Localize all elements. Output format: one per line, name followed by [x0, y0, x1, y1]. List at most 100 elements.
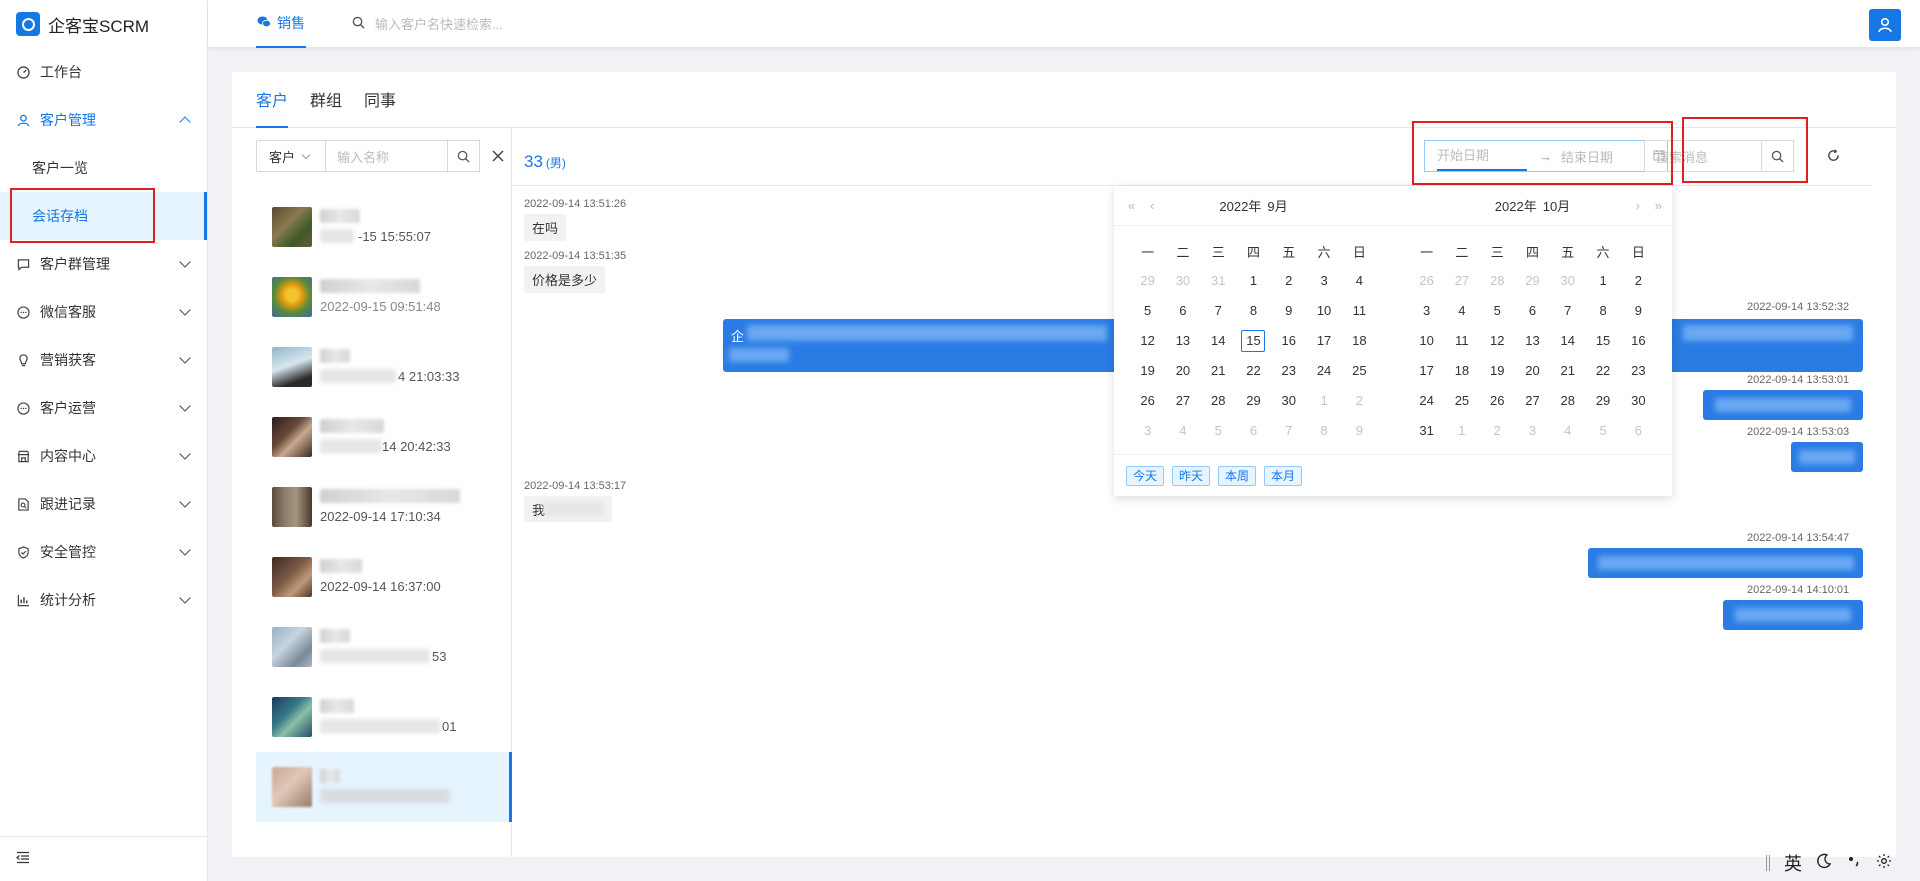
- calendar-day[interactable]: 21: [1556, 360, 1580, 382]
- calendar-day[interactable]: 30: [1277, 390, 1301, 412]
- calendar-day[interactable]: 11: [1347, 300, 1371, 322]
- app-logo[interactable]: 企客宝SCRM: [0, 0, 207, 48]
- message-bubble-right[interactable]: [1588, 548, 1863, 578]
- calendar-day[interactable]: 14: [1206, 330, 1230, 352]
- calendar-day[interactable]: 2: [1626, 270, 1650, 292]
- calendar-day[interactable]: 31: [1206, 270, 1230, 292]
- calendar-day[interactable]: 18: [1347, 330, 1371, 352]
- sidebar-item-dashboard[interactable]: 工作台: [0, 48, 207, 96]
- calendar-day[interactable]: 29: [1520, 270, 1544, 292]
- calendar-day[interactable]: 8: [1312, 420, 1336, 442]
- calendar-day[interactable]: 17: [1415, 360, 1439, 382]
- calendar-day[interactable]: 6: [1241, 420, 1265, 442]
- calendar-day[interactable]: 18: [1450, 360, 1474, 382]
- calendar-day[interactable]: 27: [1450, 270, 1474, 292]
- contact-item[interactable]: 53: [256, 612, 512, 682]
- calendar-day[interactable]: 1: [1241, 270, 1265, 292]
- sidebar-item-customer-operation[interactable]: 客户运营: [0, 384, 207, 432]
- calendar-day[interactable]: 30: [1556, 270, 1580, 292]
- calendar-day[interactable]: 10: [1312, 300, 1336, 322]
- calendar-day[interactable]: 28: [1206, 390, 1230, 412]
- calendar-day[interactable]: 13: [1520, 330, 1544, 352]
- sidebar-item-follow-up[interactable]: 跟进记录: [0, 480, 207, 528]
- calendar-day[interactable]: 5: [1591, 420, 1615, 442]
- calendar-day[interactable]: 5: [1485, 300, 1509, 322]
- next-year-icon[interactable]: »: [1655, 198, 1662, 213]
- calendar-day[interactable]: 24: [1312, 360, 1336, 382]
- sidebar-subitem-customer-list[interactable]: 客户一览: [0, 144, 207, 192]
- preset-yesterday[interactable]: 昨天: [1172, 465, 1211, 486]
- calendar-day[interactable]: 28: [1485, 270, 1509, 292]
- calendar-day[interactable]: 19: [1136, 360, 1160, 382]
- calendar-day[interactable]: 5: [1206, 420, 1230, 442]
- calendar-day[interactable]: 7: [1277, 420, 1301, 442]
- sidebar-item-statistics[interactable]: 统计分析: [0, 576, 207, 624]
- calendar-day[interactable]: 16: [1626, 330, 1650, 352]
- calendar-day[interactable]: 3: [1520, 420, 1544, 442]
- calendar-year-left[interactable]: 2022年: [1219, 196, 1261, 215]
- tab-customers[interactable]: 客户: [256, 71, 289, 128]
- moon-icon[interactable]: [1816, 853, 1832, 874]
- sidebar-item-marketing[interactable]: 营销获客: [0, 336, 207, 384]
- sidebar-item-customer-management[interactable]: 客户管理: [0, 96, 207, 144]
- calendar-day[interactable]: 12: [1485, 330, 1509, 352]
- contact-item[interactable]: 2022-09-15 09:51:48: [256, 262, 512, 332]
- calendar-day[interactable]: 23: [1277, 360, 1301, 382]
- preset-this-week[interactable]: 本周: [1218, 465, 1257, 486]
- calendar-day[interactable]: 24: [1415, 390, 1439, 412]
- sidebar-item-group-management[interactable]: 客户群管理: [0, 240, 207, 288]
- calendar-day[interactable]: 8: [1241, 300, 1265, 322]
- calendar-day[interactable]: 21: [1206, 360, 1230, 382]
- sidebar-item-wechat-service[interactable]: 微信客服: [0, 288, 207, 336]
- tab-groups[interactable]: 群组: [310, 71, 342, 127]
- calendar-day[interactable]: 15: [1591, 330, 1615, 352]
- calendar-day[interactable]: 4: [1450, 300, 1474, 322]
- refresh-button[interactable]: [1824, 146, 1842, 164]
- calendar-day[interactable]: 25: [1450, 390, 1474, 412]
- calendar-day[interactable]: 22: [1241, 360, 1265, 382]
- calendar-day[interactable]: 29: [1241, 390, 1265, 412]
- calendar-day[interactable]: 9: [1347, 420, 1371, 442]
- calendar-day[interactable]: 1: [1591, 270, 1615, 292]
- calendar-day[interactable]: 30: [1171, 270, 1195, 292]
- user-avatar[interactable]: [1869, 9, 1901, 41]
- calendar-day[interactable]: 26: [1136, 390, 1160, 412]
- calendar-day[interactable]: 9: [1277, 300, 1301, 322]
- prev-month-icon[interactable]: ‹: [1150, 198, 1155, 213]
- collapse-menu-button[interactable]: [0, 836, 208, 881]
- calendar-day[interactable]: 4: [1556, 420, 1580, 442]
- calendar-day[interactable]: 19: [1485, 360, 1509, 382]
- calendar-day[interactable]: 6: [1626, 420, 1650, 442]
- calendar-day[interactable]: 4: [1347, 270, 1371, 292]
- calendar-day[interactable]: 20: [1520, 360, 1544, 382]
- punctuation-icon[interactable]: [1846, 853, 1862, 874]
- calendar-day[interactable]: 26: [1415, 270, 1439, 292]
- tab-sales[interactable]: 销售: [256, 0, 306, 48]
- calendar-day[interactable]: 3: [1136, 420, 1160, 442]
- calendar-day[interactable]: 31: [1415, 420, 1439, 442]
- clear-filter-button[interactable]: [486, 140, 510, 172]
- contact-item-selected[interactable]: [256, 752, 512, 822]
- message-bubble-left[interactable]: 在吗: [524, 214, 567, 241]
- contact-item[interactable]: 2022-09-14 16:37:00: [256, 542, 512, 612]
- calendar-day[interactable]: 16: [1277, 330, 1301, 352]
- contact-item[interactable]: 2022-09-14 17:10:34: [256, 472, 512, 542]
- contact-item[interactable]: 01: [256, 682, 512, 752]
- calendar-day[interactable]: 10: [1415, 330, 1439, 352]
- sidebar-item-content-center[interactable]: 内容中心: [0, 432, 207, 480]
- contact-item[interactable]: 4 21:03:33: [256, 332, 512, 402]
- prev-year-icon[interactable]: «: [1128, 198, 1135, 213]
- message-bubble-right[interactable]: [1723, 600, 1863, 630]
- calendar-month-left-label[interactable]: 9月: [1267, 196, 1287, 215]
- ime-language[interactable]: 英: [1784, 850, 1802, 876]
- calendar-day[interactable]: 14: [1556, 330, 1580, 352]
- calendar-day[interactable]: 20: [1171, 360, 1195, 382]
- calendar-day[interactable]: 2: [1277, 270, 1301, 292]
- calendar-day[interactable]: 2: [1485, 420, 1509, 442]
- contact-type-select[interactable]: 客户: [256, 140, 326, 172]
- calendar-day[interactable]: 4: [1171, 420, 1195, 442]
- calendar-day[interactable]: 30: [1626, 390, 1650, 412]
- calendar-day[interactable]: 1: [1450, 420, 1474, 442]
- preset-today[interactable]: 今天: [1126, 465, 1165, 486]
- sidebar-item-security[interactable]: 安全管控: [0, 528, 207, 576]
